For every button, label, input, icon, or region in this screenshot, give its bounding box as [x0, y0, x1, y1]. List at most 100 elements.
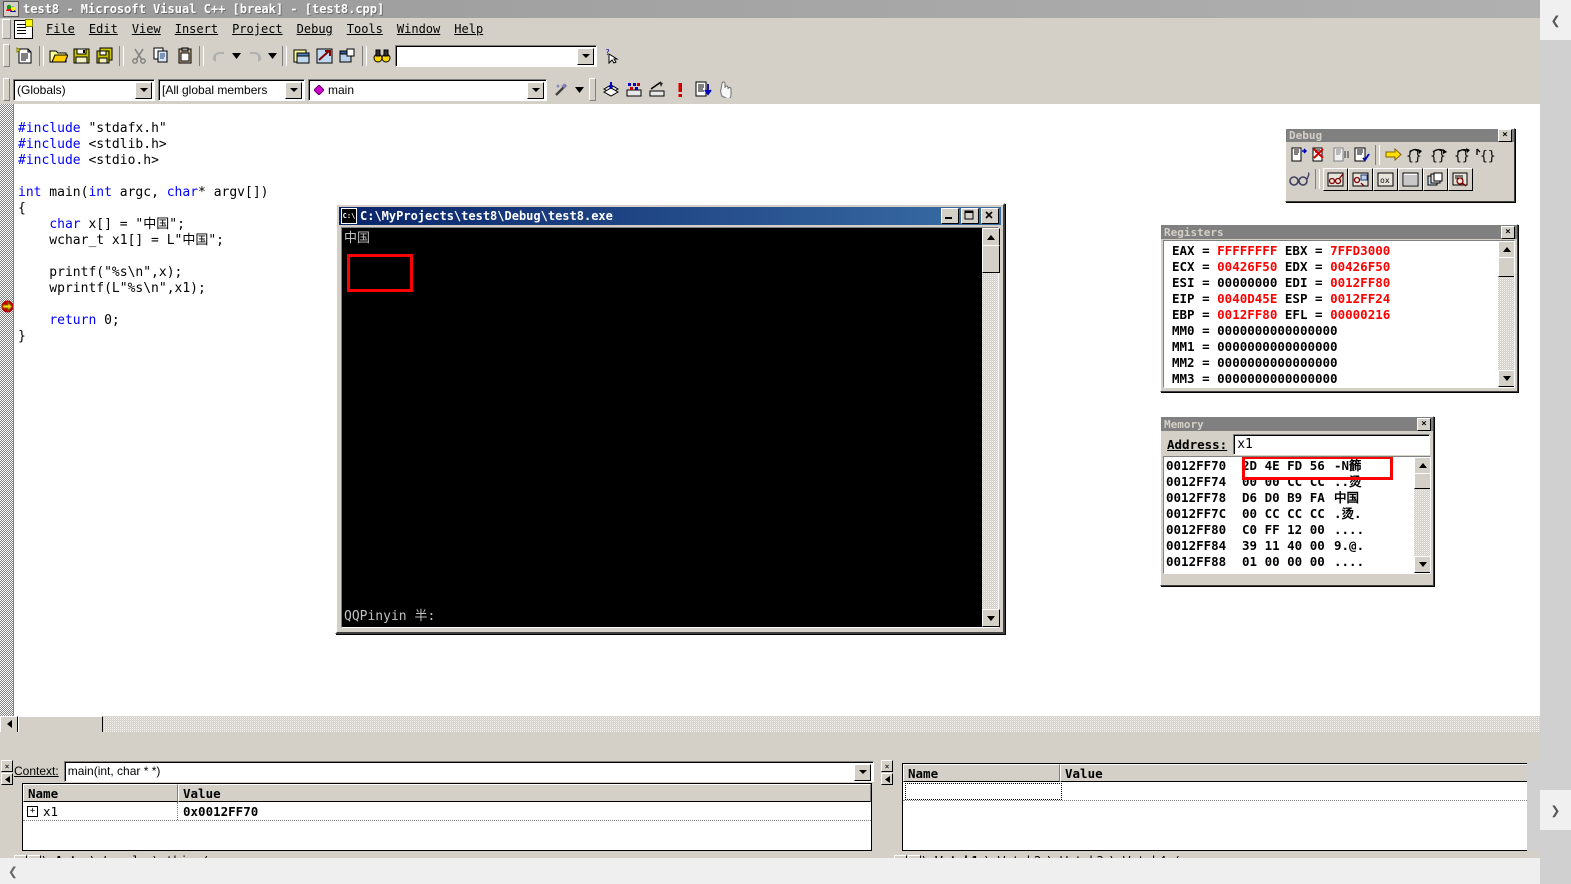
- column-header-value[interactable]: Value: [178, 784, 871, 802]
- scroll-down-button[interactable]: [1414, 556, 1430, 573]
- members-combo[interactable]: [All global members: [158, 78, 305, 101]
- column-header-value[interactable]: Value: [1060, 764, 1535, 782]
- close-icon[interactable]: ×: [1501, 225, 1515, 239]
- memory-vscroll-thumb[interactable]: [1414, 473, 1430, 489]
- copy-icon[interactable]: [150, 45, 173, 67]
- console-vscrollbar[interactable]: [982, 228, 1000, 627]
- column-header-name[interactable]: Name: [903, 764, 1060, 782]
- console-titlebar[interactable]: C:\ C:\MyProjects\test8\Debug\test8.exe: [339, 207, 1001, 225]
- save-all-icon[interactable]: [93, 45, 116, 67]
- maximize-button[interactable]: [961, 208, 979, 224]
- variables-rows[interactable]: + x1 0x0012FF70: [23, 802, 871, 822]
- open-folder-icon[interactable]: [47, 45, 70, 67]
- registers-vscrollbar[interactable]: [1498, 241, 1514, 387]
- hand-breakpoint-icon[interactable]: [714, 79, 737, 101]
- new-document-icon[interactable]: [13, 45, 36, 67]
- scroll-down-button[interactable]: [1498, 370, 1514, 387]
- workspace-icon[interactable]: [290, 45, 313, 67]
- memory-window-icon[interactable]: [1398, 167, 1423, 191]
- memory-window-caption[interactable]: Memory ×: [1161, 417, 1433, 431]
- registers-vscroll-thumb[interactable]: [1498, 257, 1514, 277]
- menu-project[interactable]: Project: [225, 20, 290, 38]
- watch-rows[interactable]: [903, 782, 1535, 802]
- address-input[interactable]: x1: [1233, 433, 1430, 455]
- close-button[interactable]: [981, 208, 999, 224]
- magic-wand-icon[interactable]: [550, 79, 573, 101]
- scroll-up-button[interactable]: [982, 228, 1000, 246]
- yellow-arrow-icon[interactable]: [1383, 144, 1404, 165]
- column-header-name[interactable]: Name: [23, 784, 178, 802]
- go-debug-icon[interactable]: [691, 79, 714, 101]
- close-icon[interactable]: ×: [881, 760, 893, 772]
- close-icon[interactable]: ×: [1417, 417, 1431, 431]
- chevron-down-icon[interactable]: ❯: [1540, 790, 1571, 830]
- watch-name-input[interactable]: [905, 783, 1062, 800]
- close-icon[interactable]: ×: [1, 760, 13, 772]
- run-to-cursor-icon[interactable]: {}: [1476, 144, 1500, 165]
- editor-margin[interactable]: [0, 104, 14, 732]
- chevron-down-icon[interactable]: [285, 81, 302, 99]
- registers-list[interactable]: EAX = FFFFFFFF EBX = 7FFD3000 ECX = 00426…: [1163, 240, 1515, 388]
- break-execution-icon[interactable]: [1330, 144, 1351, 165]
- chevron-left-icon[interactable]: ❮: [8, 862, 18, 881]
- find-combo[interactable]: [395, 44, 597, 67]
- editor-hscrollbar[interactable]: [0, 715, 1540, 732]
- menu-tools[interactable]: Tools: [340, 20, 390, 38]
- wizardbar-dropdown-icon[interactable]: [573, 79, 586, 101]
- address-input-value[interactable]: x1: [1234, 437, 1253, 452]
- menu-file[interactable]: File: [39, 20, 82, 38]
- menu-debug[interactable]: Debug: [290, 20, 340, 38]
- console-window[interactable]: C:\ C:\MyProjects\test8\Debug\test8.exe …: [335, 203, 1005, 634]
- memory-vscrollbar[interactable]: [1414, 457, 1430, 573]
- standard-toolbar-grip[interactable]: [3, 44, 10, 67]
- menu-insert[interactable]: Insert: [168, 20, 225, 38]
- disassembly-window-icon[interactable]: [1448, 167, 1473, 191]
- table-row[interactable]: + x1 0x0012FF70: [23, 802, 871, 820]
- registers-window-caption[interactable]: Registers ×: [1161, 225, 1517, 239]
- step-into-icon[interactable]: {}: [1404, 144, 1428, 165]
- debug-toolbar-caption[interactable]: Debug ×: [1286, 129, 1514, 142]
- apply-changes-icon[interactable]: [1351, 144, 1372, 165]
- build-bricks-icon[interactable]: [622, 79, 645, 101]
- table-row[interactable]: [903, 782, 1535, 800]
- output-window-icon[interactable]: [313, 45, 336, 67]
- close-icon[interactable]: ×: [1498, 129, 1512, 142]
- chevron-down-icon[interactable]: [135, 81, 152, 99]
- menubar-grip[interactable]: [2, 19, 11, 39]
- memory-dump-list[interactable]: 0012FF70 2D 4E FD 56 -N籂 0012FF74 00 00 CC C…: [1163, 456, 1431, 574]
- undo-arrow-icon[interactable]: [207, 45, 230, 67]
- watch-grid[interactable]: Name Value: [902, 763, 1536, 851]
- help-arrow-icon[interactable]: ?: [601, 45, 624, 67]
- collapse-icon[interactable]: [881, 773, 893, 785]
- scissors-icon[interactable]: [127, 45, 150, 67]
- redo-dropdown-arrow-icon[interactable]: [266, 45, 279, 67]
- variables-window-icon[interactable]: [1348, 167, 1373, 191]
- host-vscrollbar[interactable]: ❮ ❯: [1540, 0, 1571, 884]
- scroll-down-button[interactable]: [982, 609, 1000, 627]
- chevron-down-icon[interactable]: [854, 763, 871, 781]
- chevron-up-icon[interactable]: ❮: [1540, 0, 1571, 40]
- floppy-disk-icon[interactable]: [70, 45, 93, 67]
- undo-dropdown-arrow-icon[interactable]: [230, 45, 243, 67]
- chevron-down-icon[interactable]: [577, 47, 594, 65]
- scroll-up-button[interactable]: [1414, 457, 1430, 474]
- stop-build-icon[interactable]: [645, 79, 668, 101]
- exclamation-red-icon[interactable]: [668, 79, 691, 101]
- registers-window-icon[interactable]: ox: [1373, 167, 1398, 191]
- step-out-icon[interactable]: {}: [1452, 144, 1476, 165]
- menu-view[interactable]: View: [125, 20, 168, 38]
- watch-window-icon[interactable]: [1323, 167, 1348, 191]
- expand-toggle-icon[interactable]: +: [27, 805, 38, 817]
- context-combo[interactable]: main(int, char * *): [63, 760, 874, 782]
- stop-debug-icon[interactable]: [1309, 144, 1330, 165]
- wizardbar-grip[interactable]: [3, 78, 10, 101]
- variable-name-cell[interactable]: + x1: [23, 802, 178, 820]
- scroll-up-button[interactable]: [1498, 241, 1514, 258]
- menu-window[interactable]: Window: [390, 20, 447, 38]
- step-over-icon[interactable]: {}: [1428, 144, 1452, 165]
- collapse-icon[interactable]: [1, 773, 13, 785]
- variables-grid[interactable]: Name Value + x1 0x0012FF70: [22, 783, 872, 851]
- editor-hscroll-thumb[interactable]: [18, 715, 103, 732]
- restart-icon[interactable]: [1288, 144, 1309, 165]
- console-vscroll-thumb[interactable]: [982, 245, 1000, 273]
